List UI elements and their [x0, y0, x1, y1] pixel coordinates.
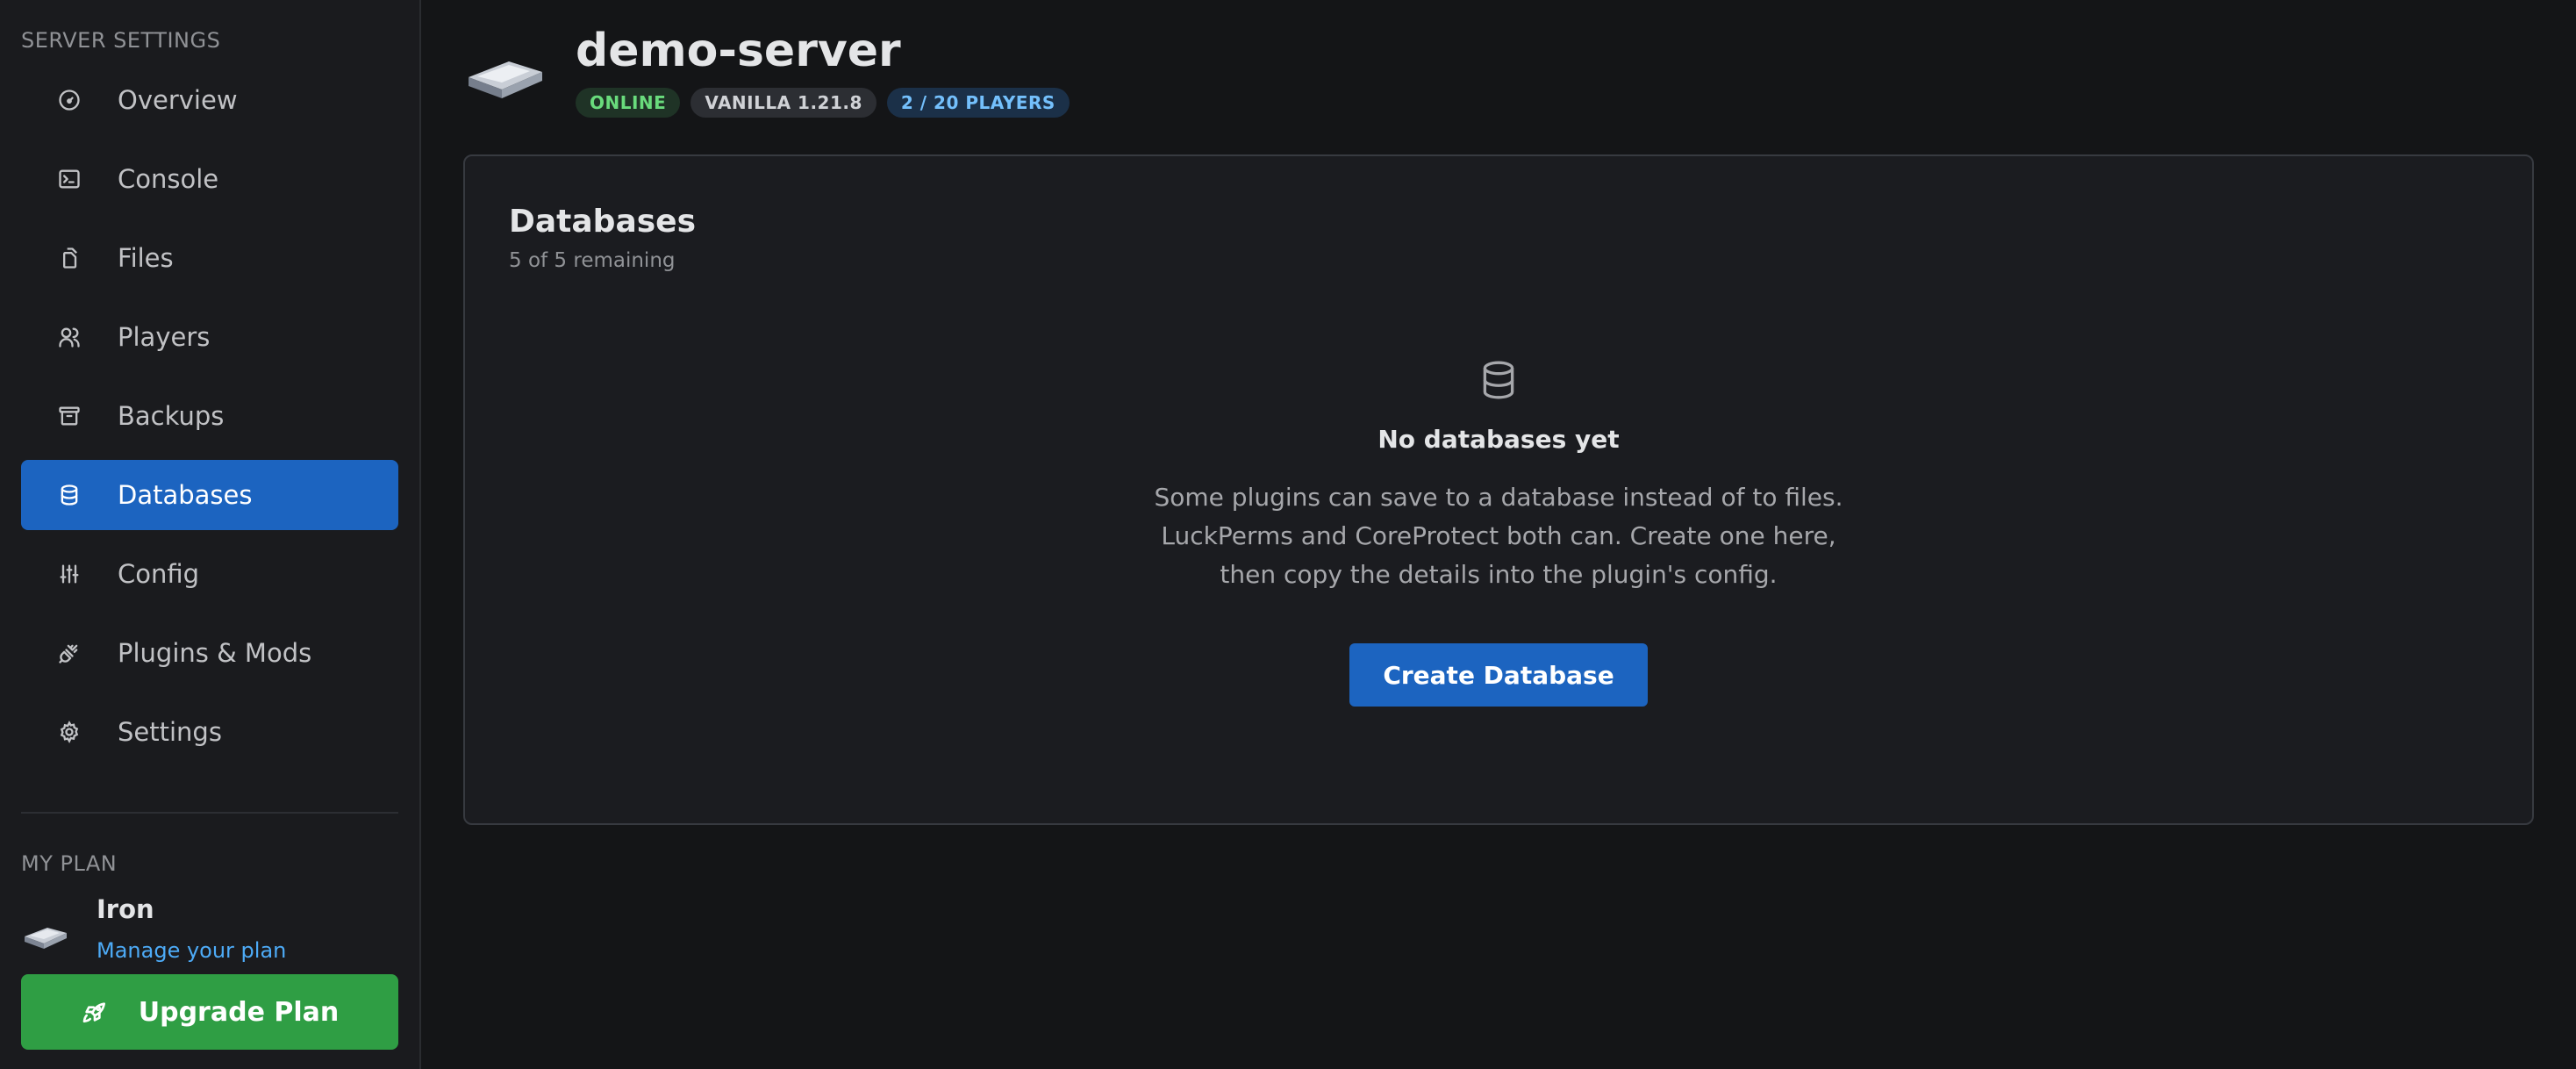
rocket-icon [81, 998, 109, 1026]
sidebar-item-databases[interactable]: Databases [21, 460, 398, 530]
sidebar-item-label: Settings [118, 717, 222, 747]
sidebar-item-label: Console [118, 164, 219, 194]
sidebar-section-title: SERVER SETTINGS [21, 28, 221, 53]
sidebar-item-label: Backups [118, 401, 225, 431]
empty-state-line: LuckPerms and CoreProtect both can. Crea… [1161, 521, 1836, 550]
server-iron-icon [463, 39, 547, 107]
manage-plan-link[interactable]: Manage your plan [97, 938, 286, 963]
gear-icon [56, 719, 82, 745]
sidebar-item-players[interactable]: Players [21, 302, 398, 372]
upgrade-plan-button[interactable]: Upgrade Plan [21, 974, 398, 1050]
players-badge: 2 / 20 PLAYERS [886, 88, 1070, 118]
users-icon [56, 324, 82, 350]
empty-state-line: then copy the details into the plugin's … [1220, 560, 1778, 589]
database-icon [1477, 358, 1521, 402]
sidebar-item-files[interactable]: Files [21, 223, 398, 293]
upgrade-plan-label: Upgrade Plan [138, 996, 340, 1028]
empty-state-title: No databases yet [1377, 425, 1620, 454]
sidebar-item-label: Config [118, 559, 200, 589]
sidebar-divider [21, 812, 398, 814]
sidebar-nav: Overview Console Files Players Backups D… [21, 65, 398, 776]
databases-title: Databases [509, 204, 697, 240]
files-icon [56, 245, 82, 271]
databases-remaining: 5 of 5 remaining [509, 249, 676, 272]
sidebar-item-label: Plugins & Mods [118, 638, 312, 668]
plan-name: Iron [97, 894, 154, 924]
create-database-button[interactable]: Create Database [1349, 643, 1648, 707]
plan-section-title: MY PLAN [21, 851, 118, 876]
empty-state: No databases yet Some plugins can save t… [465, 358, 2532, 707]
plan-summary: Iron Manage your plan [21, 891, 398, 970]
empty-state-description: Some plugins can save to a database inst… [1104, 478, 1893, 594]
sidebar-item-settings[interactable]: Settings [21, 697, 398, 767]
sidebar-item-label: Files [118, 243, 174, 273]
sidebar-item-config[interactable]: Config [21, 539, 398, 609]
sidebar: SERVER SETTINGS Overview Console Files P… [0, 0, 421, 1069]
sidebar-item-label: Databases [118, 480, 253, 510]
main-content: demo-server ONLINE VANILLA 1.21.8 2 / 20… [423, 0, 2576, 1069]
empty-state-line: Some plugins can save to a database inst… [1154, 483, 1843, 512]
sidebar-item-backups[interactable]: Backups [21, 381, 398, 451]
gauge-icon [56, 87, 82, 113]
status-badge: ONLINE [576, 88, 681, 118]
app-root: SERVER SETTINGS Overview Console Files P… [0, 0, 2576, 1069]
sliders-icon [56, 561, 82, 587]
archive-icon [56, 403, 82, 429]
iron-ingot-icon [21, 914, 70, 954]
databases-card: Databases 5 of 5 remaining No databases … [463, 154, 2534, 825]
sidebar-item-plugins-mods[interactable]: Plugins & Mods [21, 618, 398, 688]
sidebar-item-overview[interactable]: Overview [21, 65, 398, 135]
server-name: demo-server [576, 25, 901, 77]
database-icon [56, 482, 82, 508]
plug-icon [56, 640, 82, 666]
sidebar-item-label: Overview [118, 85, 238, 115]
sidebar-item-label: Players [118, 322, 211, 352]
sidebar-item-console[interactable]: Console [21, 144, 398, 214]
version-badge: VANILLA 1.21.8 [691, 88, 877, 118]
terminal-icon [56, 166, 82, 192]
server-badges: ONLINE VANILLA 1.21.8 2 / 20 PLAYERS [576, 88, 1070, 118]
